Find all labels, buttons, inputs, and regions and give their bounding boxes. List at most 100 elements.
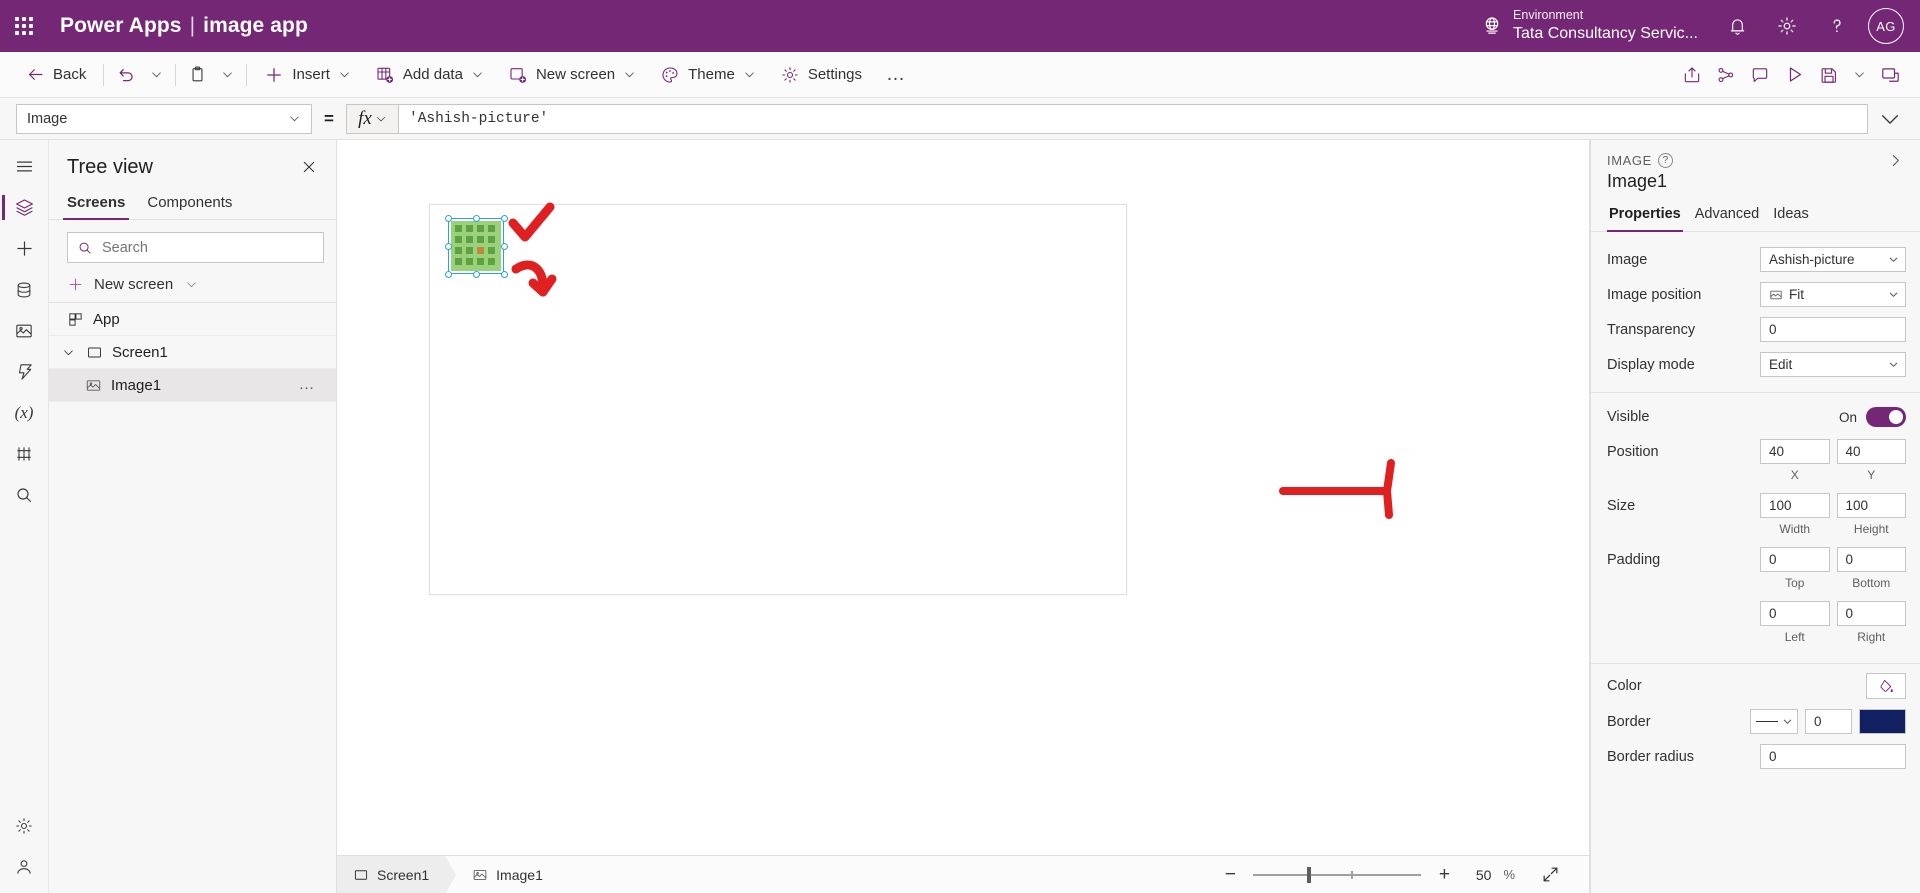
- border-style-dropdown[interactable]: [1750, 709, 1798, 734]
- undo-dropdown[interactable]: [145, 58, 168, 92]
- resize-handle-w[interactable]: [444, 242, 452, 250]
- resize-handle-n[interactable]: [472, 214, 480, 222]
- account-rail-icon[interactable]: [2, 846, 46, 887]
- breadcrumb-image1[interactable]: Image1: [456, 856, 559, 893]
- zoom-slider[interactable]: [1253, 866, 1422, 884]
- notifications-icon[interactable]: [1712, 0, 1762, 52]
- preview-play-icon[interactable]: [1779, 58, 1810, 92]
- help-question-icon[interactable]: [1812, 0, 1862, 52]
- fit-to-screen-icon[interactable]: [1537, 865, 1577, 884]
- new-screen-button[interactable]: New screen: [498, 58, 646, 92]
- tree-row-screen1[interactable]: Screen1: [49, 336, 336, 369]
- image-thumb-icon: [85, 377, 102, 394]
- tree-row-image1[interactable]: Image1 …: [49, 369, 336, 402]
- property-row-transparency: Transparency 0: [1591, 312, 1920, 347]
- image-position-dropdown[interactable]: Fit: [1760, 282, 1906, 307]
- selection-border: [448, 218, 504, 274]
- tab-advanced[interactable]: Advanced: [1693, 202, 1762, 231]
- settings-label: Settings: [807, 66, 863, 83]
- theme-label: Theme: [688, 66, 735, 83]
- add-data-button[interactable]: Add data: [365, 58, 494, 92]
- image-dropdown[interactable]: Ashish-picture: [1760, 247, 1906, 272]
- hamburger-menu-icon[interactable]: [2, 146, 46, 187]
- tab-screens[interactable]: Screens: [59, 188, 133, 220]
- save-chevron-icon[interactable]: [1848, 58, 1871, 92]
- back-button[interactable]: Back: [16, 58, 96, 92]
- settings-gear-icon[interactable]: [1762, 0, 1812, 52]
- components-icon[interactable]: [2, 433, 46, 474]
- display-mode-dropdown[interactable]: Edit: [1760, 352, 1906, 377]
- fx-button[interactable]: fx: [346, 103, 398, 134]
- resize-handle-se[interactable]: [500, 270, 508, 278]
- theme-button[interactable]: Theme: [650, 58, 766, 92]
- tree-view-layers-icon[interactable]: [2, 187, 46, 228]
- position-x-input[interactable]: 40: [1760, 439, 1830, 464]
- position-y-input[interactable]: 40: [1836, 439, 1906, 464]
- insert-button[interactable]: Insert: [254, 58, 361, 92]
- app-launcher-icon[interactable]: [0, 0, 48, 52]
- settings-gear-rail-icon[interactable]: [2, 805, 46, 846]
- tree-search-box[interactable]: [67, 232, 324, 263]
- paste-button[interactable]: [183, 58, 212, 92]
- formula-input[interactable]: 'Ashish-picture': [398, 103, 1868, 134]
- resize-handle-ne[interactable]: [500, 214, 508, 222]
- environment-picker[interactable]: Environment Tata Consultancy Servic...: [1481, 8, 1712, 44]
- collapse-right-chevron-icon[interactable]: [1883, 152, 1908, 169]
- chevron-down-icon[interactable]: [59, 346, 77, 359]
- padding-bottom-input[interactable]: 0: [1836, 547, 1906, 572]
- properties-divider-2: [1591, 663, 1920, 664]
- padding-left-input[interactable]: 0: [1760, 601, 1830, 626]
- zoom-plus-icon[interactable]: +: [1433, 864, 1455, 886]
- zoom-minus-icon[interactable]: −: [1219, 864, 1241, 886]
- tab-properties[interactable]: Properties: [1607, 202, 1683, 232]
- property-selector[interactable]: Image: [16, 103, 312, 134]
- visible-toggle[interactable]: [1866, 407, 1906, 427]
- save-icon[interactable]: [1814, 58, 1844, 92]
- image-control-image1[interactable]: [444, 214, 508, 278]
- tab-ideas[interactable]: Ideas: [1771, 202, 1810, 231]
- tree-row-app[interactable]: App: [49, 303, 336, 336]
- settings-button[interactable]: Settings: [770, 58, 872, 92]
- close-x-icon[interactable]: [296, 154, 322, 180]
- share-icon[interactable]: [1677, 58, 1707, 92]
- tree-row-menu-icon[interactable]: …: [299, 376, 327, 394]
- data-cylinder-icon[interactable]: [2, 269, 46, 310]
- padding-right-input[interactable]: 0: [1836, 601, 1906, 626]
- padding-top-input[interactable]: 0: [1760, 547, 1830, 572]
- properties-body: Image Ashish-picture Image position Fit …: [1591, 232, 1920, 893]
- breadcrumb-screen1[interactable]: Screen1: [337, 855, 446, 893]
- check-connections-icon[interactable]: [1711, 58, 1741, 92]
- border-color-swatch[interactable]: [1859, 709, 1906, 734]
- border-width-input[interactable]: 0: [1805, 709, 1852, 734]
- tab-components[interactable]: Components: [139, 188, 240, 219]
- toolbar-overflow-button[interactable]: …: [876, 58, 916, 92]
- publish-icon[interactable]: [1875, 58, 1906, 92]
- fill-color-icon[interactable]: [1866, 673, 1906, 699]
- insert-plus-icon[interactable]: [2, 228, 46, 269]
- app-screen-canvas[interactable]: [429, 204, 1127, 595]
- new-screen-tree-button[interactable]: New screen: [49, 267, 336, 303]
- comments-icon[interactable]: [1745, 58, 1775, 92]
- size-height-input[interactable]: 100: [1836, 493, 1906, 518]
- search-rail-icon[interactable]: [2, 474, 46, 515]
- resize-handle-sw[interactable]: [444, 270, 452, 278]
- canvas-area[interactable]: [337, 140, 1589, 855]
- search-input[interactable]: [102, 239, 314, 256]
- resize-handle-e[interactable]: [500, 242, 508, 250]
- power-automate-icon[interactable]: [2, 351, 46, 392]
- paste-dropdown[interactable]: [216, 58, 239, 92]
- chevron-down-icon: [1888, 254, 1899, 265]
- size-width-input[interactable]: 100: [1760, 493, 1830, 518]
- border-radius-input[interactable]: 0: [1760, 744, 1906, 769]
- avatar[interactable]: AG: [1868, 8, 1904, 44]
- media-icon[interactable]: [2, 310, 46, 351]
- help-question-icon[interactable]: ?: [1657, 153, 1673, 168]
- variables-x-icon[interactable]: (x): [2, 392, 46, 433]
- transparency-input[interactable]: 0: [1760, 317, 1906, 342]
- expand-formula-chevron-icon[interactable]: [1868, 108, 1912, 130]
- properties-header: IMAGE ?: [1591, 140, 1920, 169]
- resize-handle-s[interactable]: [472, 270, 480, 278]
- zoom-slider-thumb[interactable]: [1307, 866, 1311, 883]
- undo-button[interactable]: [111, 58, 141, 92]
- resize-handle-nw[interactable]: [444, 214, 452, 222]
